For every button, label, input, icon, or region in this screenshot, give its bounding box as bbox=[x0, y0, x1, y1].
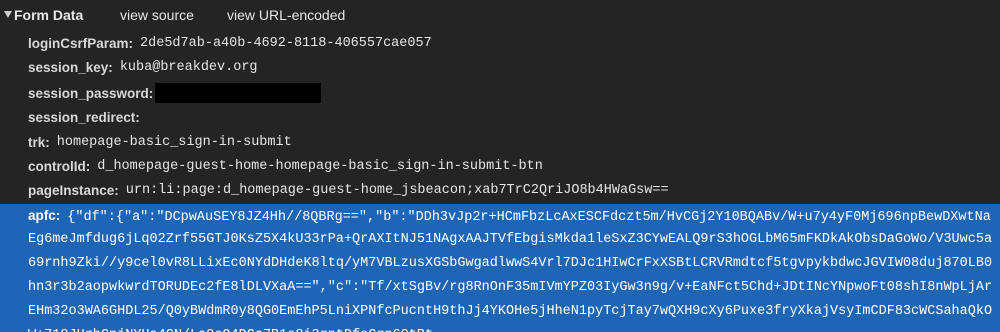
field-value: 2de5d7ab-a40b-4692-8118-406557cae057 bbox=[140, 35, 432, 51]
field-row-session-redirect: session_redirect: bbox=[28, 105, 140, 129]
field-value: kuba@breakdev.org bbox=[119, 59, 258, 75]
field-key: controlId: bbox=[28, 158, 91, 174]
field-key: session_redirect: bbox=[28, 109, 140, 125]
field-row-apfc-selected[interactable]: apfc: {"df":{"a":"DCpwAuSEY8JZ4Hh//8QBRg=… bbox=[0, 204, 1000, 332]
section-title[interactable]: Form Data bbox=[14, 7, 83, 23]
field-value: homepage-basic_sign-in-submit bbox=[56, 134, 292, 150]
field-key: apfc: bbox=[28, 208, 61, 223]
view-source-link[interactable]: view source bbox=[120, 7, 194, 23]
field-row-session-password: session_password: bbox=[28, 81, 322, 105]
field-value: urn:li:page:d_homepage-guest-home_jsbeac… bbox=[125, 182, 669, 198]
view-url-encoded-link[interactable]: view URL-encoded bbox=[227, 7, 345, 23]
field-row-logincsrfparam: loginCsrfParam: 2de5d7ab-a40b-4692-8118-… bbox=[28, 31, 432, 55]
apfc-value-continuation: Eg6meJmfdug6jLq02Zrf55GTJ0KsZ5X4kU33rPa+… bbox=[28, 232, 993, 247]
apfc-value-text: {"df":{"a":"DCpwAuSEY8JZ4Hh//8QBRg==","b… bbox=[67, 210, 991, 225]
field-key: session_password: bbox=[28, 85, 154, 101]
apfc-value: apfc: {"df":{"a":"DCpwAuSEY8JZ4Hh//8QBRg=… bbox=[28, 208, 991, 225]
redacted-value bbox=[155, 83, 322, 103]
apfc-value-continuation: W+718JHrhCnjNYHa4CN/La9eQ4DGc7B1s8i3gntD… bbox=[28, 328, 433, 332]
field-key: session_key: bbox=[28, 59, 113, 75]
form-data-header: Form Data view source view URL-encoded bbox=[0, 0, 1000, 32]
field-value: d_homepage-guest-home-homepage-basic_sig… bbox=[97, 158, 543, 174]
field-key: loginCsrfParam: bbox=[28, 35, 134, 51]
field-row-trk: trk: homepage-basic_sign-in-submit bbox=[28, 130, 292, 154]
apfc-value-continuation: EHm32o3WA6GHDL25/Q0yBWdmR0y8QG0EmEhP5Lni… bbox=[28, 304, 993, 319]
field-key: pageInstance: bbox=[28, 182, 119, 198]
field-row-controlid: controlId: d_homepage-guest-home-homepag… bbox=[28, 154, 543, 178]
field-row-session-key: session_key: kuba@breakdev.org bbox=[28, 55, 258, 79]
apfc-value-continuation: 69rnh9Zki//y9cel0vR8LLixEc0NYdDHdeK8ltq/… bbox=[28, 256, 993, 271]
collapse-triangle-icon[interactable] bbox=[4, 11, 12, 18]
apfc-value-continuation: hn3r3b2aopwkwrdTORUDEc2fE8lDLVXaA==","c"… bbox=[28, 280, 993, 295]
field-row-pageinstance: pageInstance: urn:li:page:d_homepage-gue… bbox=[28, 178, 669, 202]
field-key: trk: bbox=[28, 134, 50, 150]
